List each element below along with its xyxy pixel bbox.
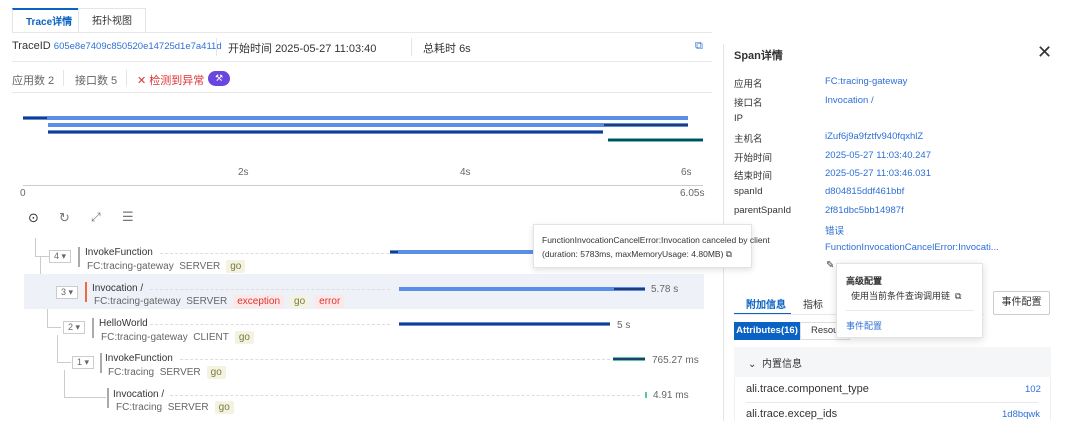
- event-config-button[interactable]: 事件配置: [993, 291, 1050, 315]
- field-interface[interactable]: Invocation /: [825, 95, 874, 106]
- field-app-name[interactable]: FC:tracing-gateway: [825, 76, 907, 87]
- collapse-toggle[interactable]: 2 ▾: [63, 321, 85, 334]
- advanced-config-popover: 高级配置 使用当前条件查询调用链 ⧉ 事件配置: [836, 263, 983, 338]
- start-time: 开始时间 2025-05-27 11:03:40: [228, 43, 377, 55]
- expand-icon[interactable]: ⤢: [91, 210, 101, 225]
- span-duration: 5 s: [617, 320, 631, 331]
- tab-extra-info[interactable]: 附加信息: [746, 296, 786, 311]
- field-span-id[interactable]: d804815ddf461bbf: [825, 186, 904, 197]
- ai-tools-icon[interactable]: ⚒: [208, 71, 230, 86]
- close-icon[interactable]: ✕: [1037, 42, 1052, 63]
- field-error-message[interactable]: FunctionInvocationCancelError:Invocati..…: [825, 242, 999, 253]
- span-name: Invocation /: [113, 389, 165, 400]
- chevron-down-icon: ⌄: [748, 359, 757, 370]
- span-name: InvokeFunction: [105, 353, 173, 364]
- close-icon: ✕: [137, 75, 147, 87]
- app-count: 应用数 2: [12, 75, 55, 87]
- attr-value: 102: [1025, 384, 1041, 395]
- edit-icon[interactable]: ✎: [826, 260, 834, 271]
- tab-trace-detail[interactable]: Trace详情: [12, 8, 87, 33]
- popover-title: 高级配置: [846, 276, 883, 286]
- traceid-label: TraceID: [12, 40, 51, 52]
- panel-title: Span详情: [734, 50, 783, 62]
- anomaly-detected[interactable]: ✕ 检测到异常: [137, 72, 204, 88]
- attr-key: ali.trace.component_type: [746, 383, 869, 395]
- query-chain-item[interactable]: 使用当前条件查询调用链 ⧉: [851, 289, 961, 302]
- interface-count: 接口数 5: [75, 75, 118, 87]
- field-status: 错误: [825, 226, 845, 237]
- traceid-link[interactable]: 605e8e7409c850520e14725d1e7a411d: [54, 41, 222, 52]
- collapse-toggle[interactable]: 1 ▾: [72, 356, 94, 369]
- collapse-toggle[interactable]: 3 ▾: [56, 286, 78, 299]
- settings-sliders-icon[interactable]: ☰: [122, 209, 134, 225]
- axis-tick: 4s: [460, 167, 471, 178]
- span-duration: 4.91 ms: [653, 390, 689, 401]
- span-name: HelloWorld: [99, 318, 148, 329]
- field-parent-span-id[interactable]: 2f81dbc5bb14987f: [825, 205, 904, 216]
- axis-tick: 2s: [238, 167, 249, 178]
- refresh-icon[interactable]: ↻: [59, 210, 70, 226]
- total-duration: 总耗时 6s: [423, 43, 471, 55]
- copy-icon[interactable]: ⧉: [726, 249, 732, 259]
- trace-header: TraceID 605e8e7409c850520e14725d1e7a411d: [12, 40, 222, 52]
- axis-start: 0: [20, 188, 26, 199]
- external-link-icon[interactable]: ⧉: [695, 40, 703, 53]
- error-tooltip: FunctionInvocationCancelError:Invocation…: [533, 224, 770, 268]
- span-duration: 765.27 ms: [652, 355, 699, 366]
- subtab-attributes[interactable]: Attributes(16): [734, 322, 800, 340]
- span-duration: 5.78 s: [651, 284, 679, 295]
- event-config-link[interactable]: 事件配置: [846, 319, 882, 332]
- attr-value: 1d8bqwk: [1002, 409, 1041, 420]
- attr-key: ali.trace.excep_ids: [746, 408, 838, 420]
- tab-metrics[interactable]: 指标: [803, 296, 823, 311]
- section-builtin[interactable]: ⌄ 内置信息: [748, 355, 802, 370]
- field-start: 2025-05-27 11:03:40.247: [825, 150, 931, 161]
- axis-end: 6.05s: [680, 188, 705, 199]
- locate-icon[interactable]: ⊙: [28, 210, 39, 226]
- field-host[interactable]: iZuf6j9a9fztfv940fqxhlZ: [825, 131, 923, 142]
- collapse-toggle[interactable]: 4 ▾: [49, 250, 71, 263]
- tab-topology[interactable]: 拓扑视图: [78, 8, 146, 33]
- span-name: InvokeFunction: [85, 247, 153, 258]
- field-end: 2025-05-27 11:03:46.031: [825, 168, 931, 179]
- axis-tick: 6s: [681, 167, 692, 178]
- external-link-icon: ⧉: [955, 291, 962, 301]
- span-name: Invocation /: [92, 283, 144, 294]
